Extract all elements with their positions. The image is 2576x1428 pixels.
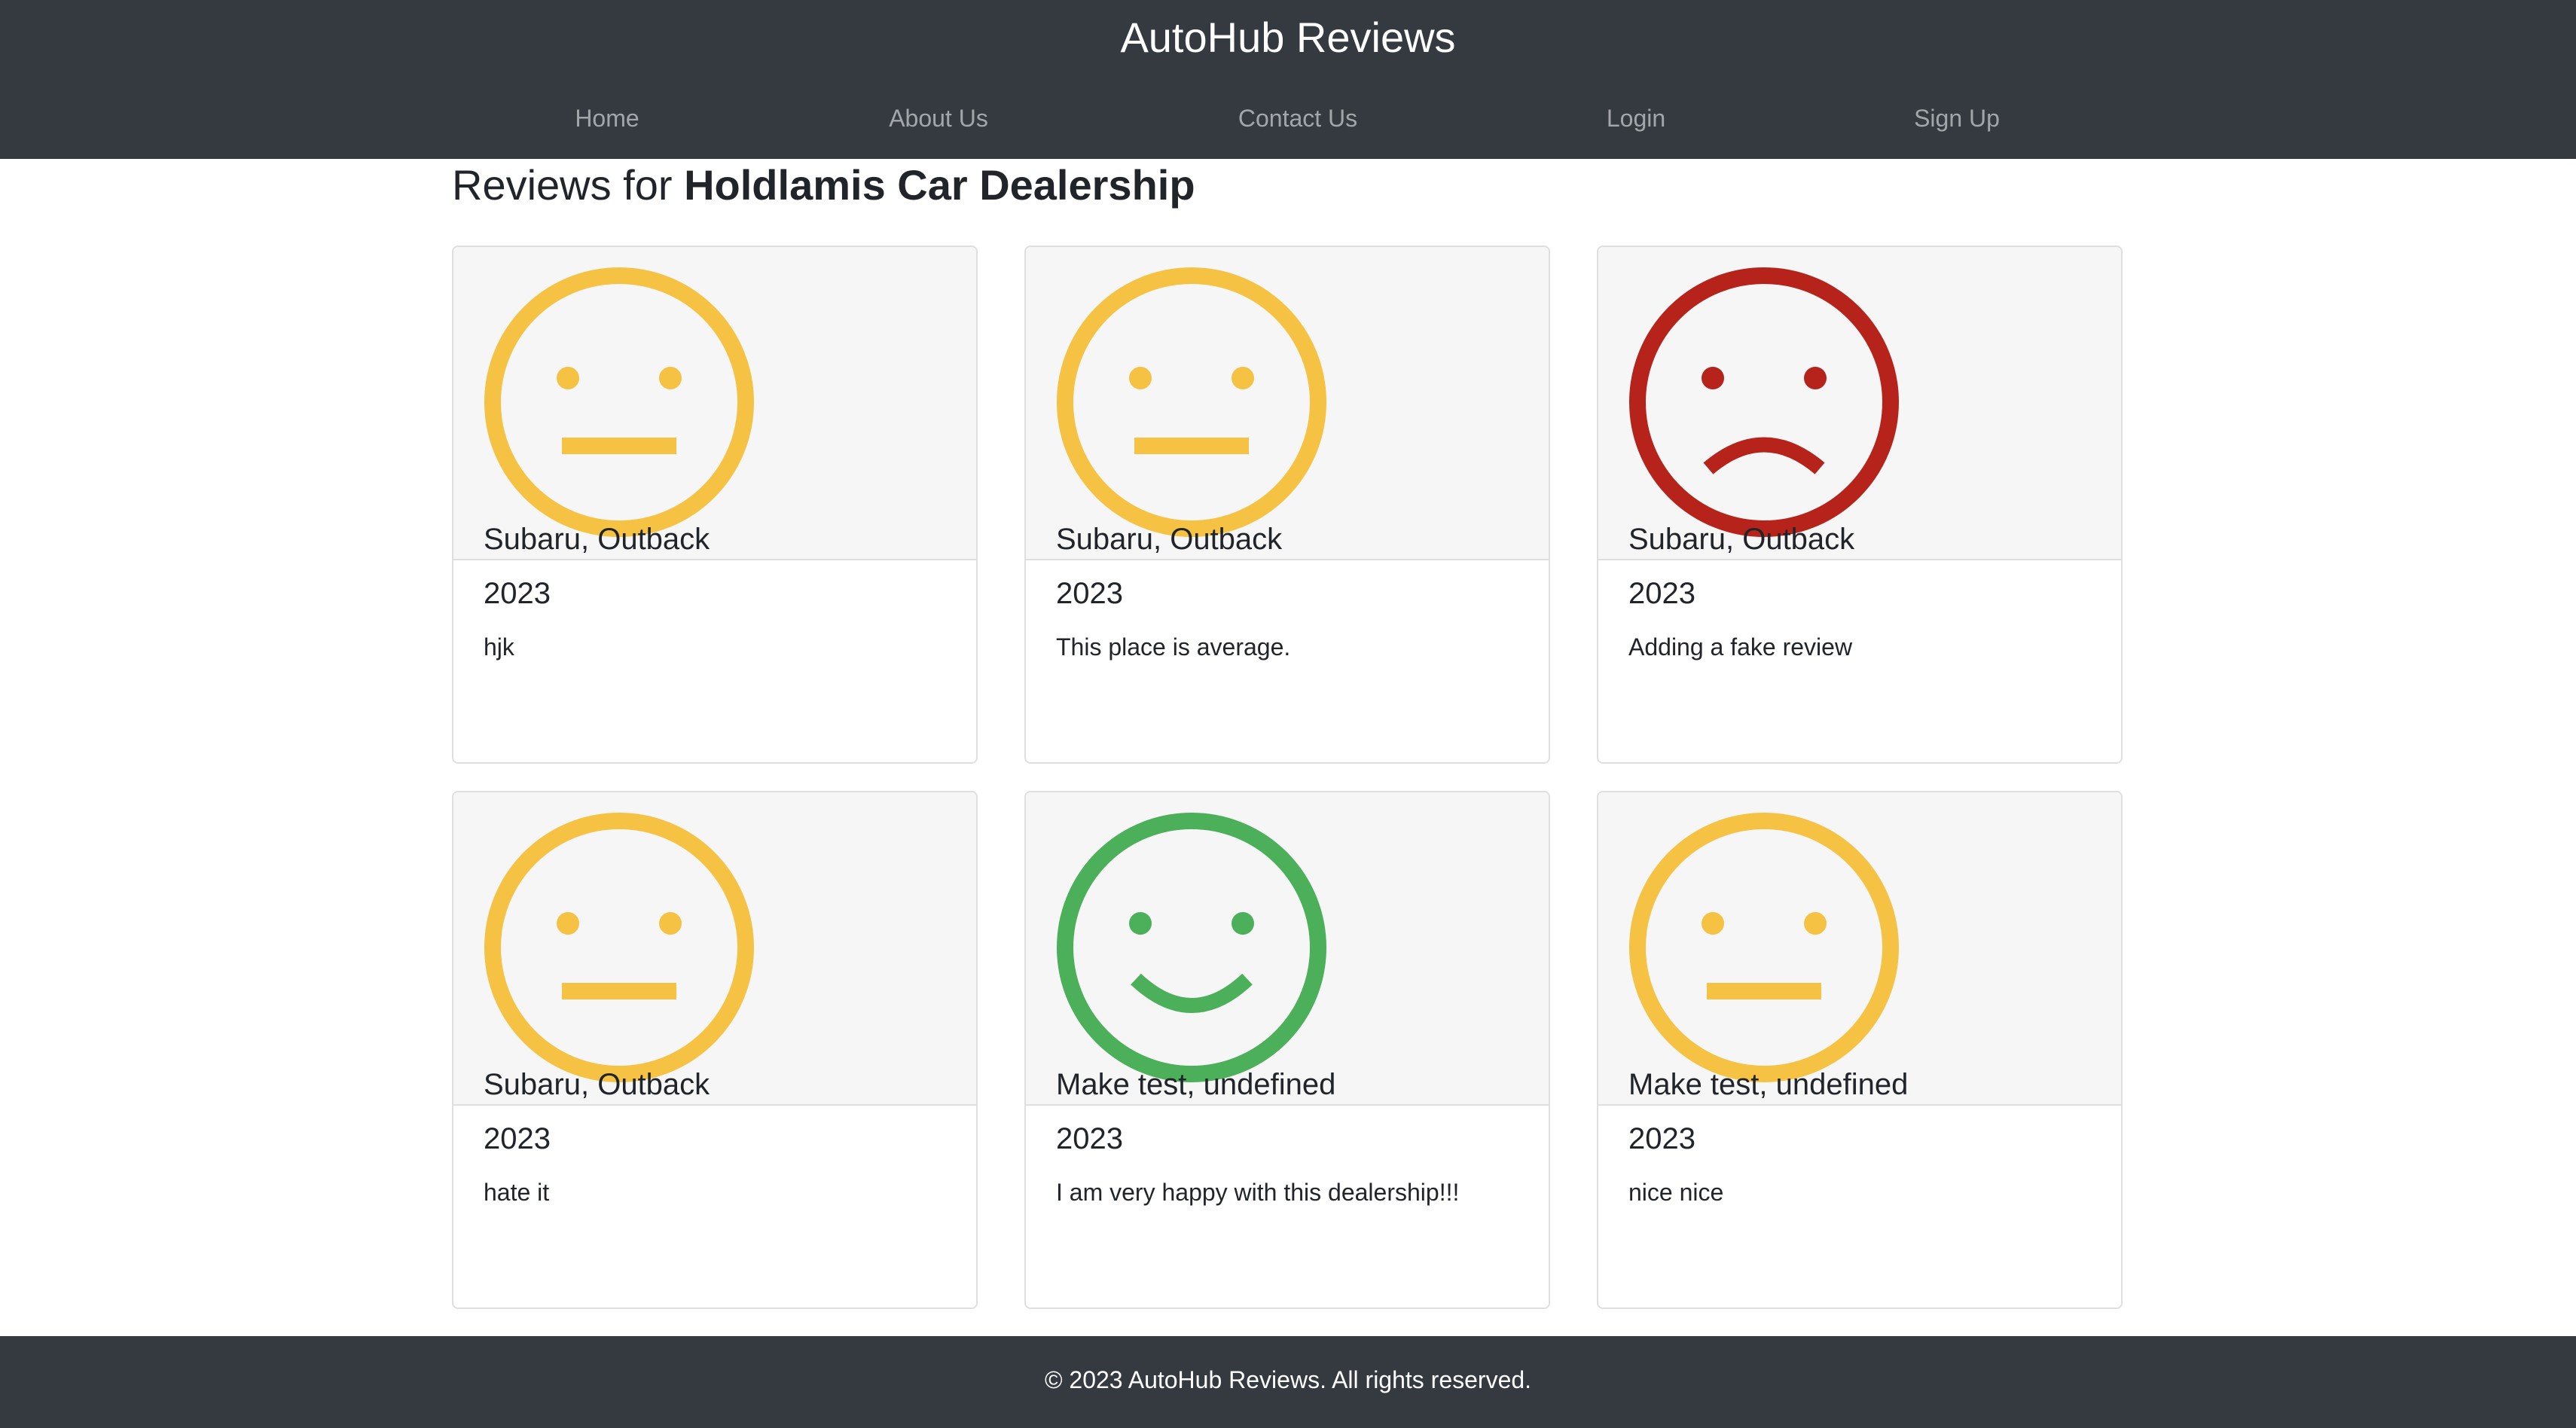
app-title[interactable]: AutoHub Reviews xyxy=(0,11,2576,65)
face-outline xyxy=(1629,813,1899,1082)
face-right-eye xyxy=(659,912,682,935)
review-image xyxy=(453,247,976,560)
dealer-name: Holdlamis Car Dealership xyxy=(684,161,1195,209)
review-image xyxy=(1598,247,2121,560)
review-image xyxy=(1026,792,1549,1106)
review-car-year: 2023 xyxy=(1628,577,1695,610)
face-mouth xyxy=(562,438,676,454)
page-title-prefix: Reviews for xyxy=(452,161,685,209)
top-navbar: AutoHub Reviews Home About Us Contact Us… xyxy=(0,0,2576,159)
review-image xyxy=(1026,247,1549,560)
review-text: nice nice xyxy=(1628,1179,1724,1206)
review-text: hate it xyxy=(484,1179,550,1206)
review-car-name: Make test, undefined xyxy=(1628,1068,1909,1101)
footer-copyright: © 2023 AutoHub Reviews. All rights reser… xyxy=(1044,1366,1532,1393)
nav-home-link[interactable]: Home xyxy=(575,99,639,137)
nav-signup-link[interactable]: Sign Up xyxy=(1914,99,2000,137)
review-car-name: Subaru, Outback xyxy=(1628,523,1855,556)
face-right-eye xyxy=(1804,367,1827,389)
face-mouth xyxy=(1707,983,1821,999)
review-text: Adding a fake review xyxy=(1628,633,1853,661)
review-car-year: 2023 xyxy=(1056,577,1123,610)
review-text: I am very happy with this dealership!!! xyxy=(1056,1179,1460,1206)
face-left-eye xyxy=(1702,367,1724,389)
face-right-eye xyxy=(1232,367,1254,389)
nav-menu: Home About Us Contact Us Login Sign Up xyxy=(0,99,2576,137)
review-image xyxy=(1598,792,2121,1106)
face-outline xyxy=(1057,813,1326,1082)
review-car-year: 2023 xyxy=(484,577,551,610)
review-car-name: Make test, undefined xyxy=(1056,1068,1336,1101)
face-left-eye xyxy=(1129,367,1152,389)
face-outline xyxy=(484,267,754,537)
review-text: This place is average. xyxy=(1056,633,1291,661)
face-right-eye xyxy=(659,367,682,389)
face-mouth xyxy=(1131,973,1253,1013)
footer: © 2023 AutoHub Reviews. All rights reser… xyxy=(0,1336,2576,1428)
review-car-year: 2023 xyxy=(1056,1122,1123,1155)
face-left-eye xyxy=(557,912,579,935)
review-car-name: Subaru, Outback xyxy=(484,1068,710,1101)
review-card: Make test, undefined 2023 nice nice xyxy=(1597,791,2123,1309)
review-car-year: 2023 xyxy=(1628,1122,1695,1155)
review-card: Subaru, Outback 2023 This place is average… xyxy=(1024,246,1550,764)
review-card: Subaru, Outback 2023 hjk xyxy=(452,246,978,764)
review-car-year: 2023 xyxy=(484,1122,551,1155)
face-mouth xyxy=(1703,437,1825,474)
face-outline xyxy=(1629,267,1899,537)
review-image xyxy=(453,792,976,1106)
face-left-eye xyxy=(1702,912,1724,935)
review-text: hjk xyxy=(484,633,514,661)
review-car-name: Subaru, Outback xyxy=(1056,523,1283,556)
face-mouth xyxy=(562,983,676,999)
face-outline xyxy=(484,813,754,1082)
nav-about-link[interactable]: About Us xyxy=(889,99,988,137)
nav-login-link[interactable]: Login xyxy=(1607,99,1665,137)
review-card: Subaru, Outback 2023 hate it xyxy=(452,791,978,1309)
face-right-eye xyxy=(1804,912,1827,935)
face-right-eye xyxy=(1232,912,1254,935)
review-car-name: Subaru, Outback xyxy=(484,523,710,556)
face-left-eye xyxy=(557,367,579,389)
page-title: Reviews for Holdlamis Car Dealership xyxy=(452,157,1195,214)
review-card: Subaru, Outback 2023 Adding a fake review xyxy=(1597,246,2123,764)
face-outline xyxy=(1057,267,1326,537)
face-mouth xyxy=(1134,438,1249,454)
nav-contact-link[interactable]: Contact Us xyxy=(1238,99,1357,137)
review-card: Make test, undefined 2023 I am very happy … xyxy=(1024,791,1550,1309)
face-left-eye xyxy=(1129,912,1152,935)
